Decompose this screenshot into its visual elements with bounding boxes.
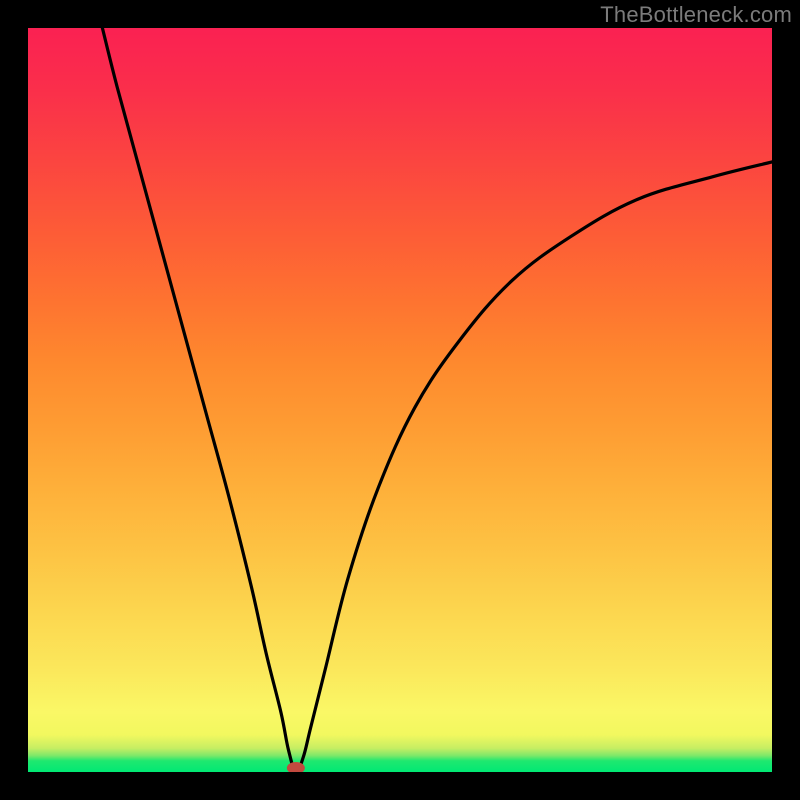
watermark-text: TheBottleneck.com — [600, 2, 792, 28]
bottleneck-curve — [102, 28, 772, 772]
curve-svg — [28, 28, 772, 772]
chart-frame: TheBottleneck.com — [0, 0, 800, 800]
plot-area — [28, 28, 772, 772]
